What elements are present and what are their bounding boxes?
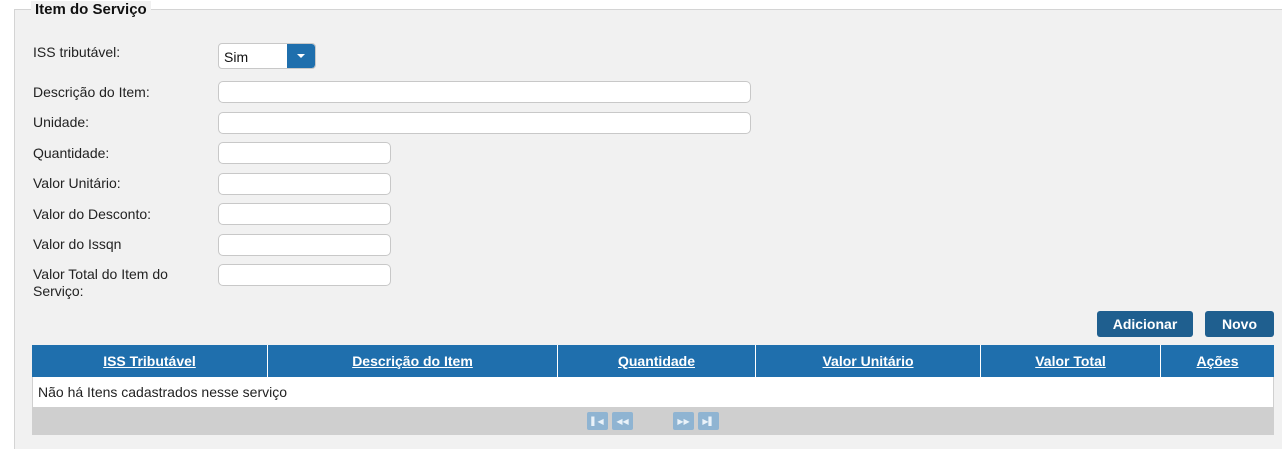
valor-unitario-input[interactable] (218, 173, 391, 195)
pager: ▌◀ ◀◀ ▶▶ ▶▌ (32, 407, 1274, 435)
column-header-valor-total[interactable]: Valor Total (981, 345, 1161, 377)
unidade-input[interactable] (218, 112, 751, 134)
quantidade-label: Quantidade: (33, 145, 110, 161)
column-header-iss-tributavel[interactable]: ISS Tributável (32, 345, 268, 377)
column-header-acoes[interactable]: Ações (1161, 345, 1274, 377)
table-header: ISS Tributável Descrição do Item Quantid… (32, 345, 1274, 377)
valor-total-input[interactable] (218, 264, 391, 286)
next-page-icon[interactable]: ▶▶ (673, 412, 694, 430)
column-header-valor-unitario[interactable]: Valor Unitário (756, 345, 981, 377)
iss-tributavel-label: ISS tributável: (33, 44, 121, 60)
section-title: Item do Serviço (31, 1, 151, 19)
chevron-down-icon[interactable] (287, 44, 315, 68)
valor-issqn-label: Valor do Issqn (33, 236, 122, 252)
valor-desconto-label: Valor do Desconto: (33, 206, 152, 222)
valor-total-label-line1: Valor Total do Item do (33, 266, 168, 282)
column-header-descricao[interactable]: Descrição do Item (268, 345, 558, 377)
valor-issqn-input[interactable] (218, 234, 391, 256)
descricao-label: Descrição do Item: (33, 84, 150, 100)
valor-total-label-line2: Serviço: (33, 283, 84, 299)
descricao-input[interactable] (218, 81, 751, 103)
valor-desconto-input[interactable] (218, 203, 391, 225)
unidade-label: Unidade: (33, 114, 90, 130)
valor-total-label: Valor Total do Item do Serviço: (33, 266, 168, 300)
items-table: ISS Tributável Descrição do Item Quantid… (32, 345, 1274, 435)
iss-tributavel-select[interactable]: Sim (218, 43, 316, 69)
column-header-quantidade[interactable]: Quantidade (558, 345, 756, 377)
empty-message-row: Não há Itens cadastrados nesse serviço (32, 377, 1274, 407)
quantidade-input[interactable] (218, 142, 391, 164)
iss-tributavel-value: Sim (224, 49, 249, 65)
prev-page-icon[interactable]: ◀◀ (612, 412, 633, 430)
adicionar-button[interactable]: Adicionar (1097, 311, 1193, 337)
first-page-icon[interactable]: ▌◀ (587, 412, 608, 430)
valor-unitario-label: Valor Unitário: (33, 175, 121, 191)
last-page-icon[interactable]: ▶▌ (698, 412, 719, 430)
novo-button[interactable]: Novo (1205, 311, 1274, 337)
